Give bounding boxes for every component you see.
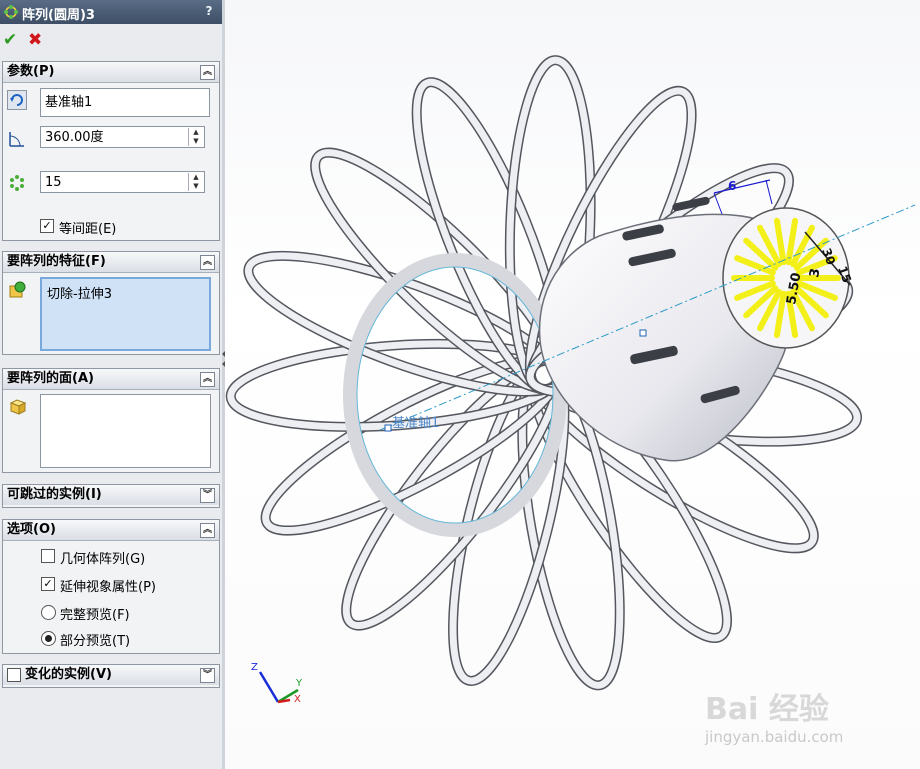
face-select-icon [9,399,27,415]
vary-instances-header-label: 变化的实例(V) [25,667,112,682]
axis-field[interactable]: 基准轴1 [40,88,210,117]
features-list[interactable]: 切除-拉伸3 [40,277,211,351]
angle-field[interactable]: 360.00度 ▲ ▼ [40,126,205,148]
graphics-viewport[interactable]: 基准轴1 6 30 15 3 5.50 Z Y X Bai 经验 jingyan… [225,0,920,769]
skip-instances-section: 可跳过的实例(I) ︾ [2,484,220,508]
geometry-pattern-checkbox[interactable] [41,549,55,563]
reference-triad[interactable]: Z Y X [251,662,303,705]
geometry-pattern-label: 几何体阵列(G) [60,552,146,567]
feature-title: 阵列(圆周)3 [22,8,95,23]
partial-preview-label: 部分预览(T) [60,634,131,649]
model-view[interactable]: 基准轴1 6 30 15 3 5.50 Z Y X [225,0,920,769]
vary-instances-checkbox[interactable] [7,668,21,682]
circular-pattern-icon [4,5,18,19]
options-header-label: 选项(O) [7,522,56,537]
faces-list[interactable] [40,394,211,468]
expand-icon[interactable]: ︾ [200,488,215,503]
faces-header-label: 要阵列的面(A) [7,371,94,386]
collapse-icon[interactable]: ︽ [200,255,215,270]
propagate-visual-label: 延伸视象属性(P) [60,580,156,595]
axis-value: 基准轴1 [45,95,93,110]
faces-header[interactable]: 要阵列的面(A) ︽ [3,369,219,390]
instance-count-field[interactable]: 15 ▲ ▼ [40,171,205,193]
property-manager: 阵列(圆周)3 ? ✔ ✖ 参数(P) ︽ 基准轴1 360.00度 ▲ ▼ 1… [0,0,223,769]
triad-x-label: X [294,694,301,705]
full-preview-radio[interactable] [41,605,56,620]
feature-select-icon [9,281,26,298]
parameters-header-label: 参数(P) [7,64,55,79]
count-spinner[interactable]: ▲ ▼ [188,173,203,191]
skip-instances-header-label: 可跳过的实例(I) [7,487,102,502]
datum-axis-label[interactable]: 基准轴1 [392,416,439,431]
collapse-icon[interactable]: ︽ [200,65,215,80]
axis-endpoint [384,424,392,432]
full-preview-label: 完整预览(F) [60,608,130,623]
triad-z-label: Z [251,662,258,673]
collapse-icon[interactable]: ︽ [200,372,215,387]
parameters-section: 参数(P) ︽ 基准轴1 360.00度 ▲ ▼ 15 ▲ ▼ ✓ 等间距(E) [2,61,220,241]
watermark-brand: Bai 经验 [705,692,829,727]
dimension-6[interactable]: 6 [728,179,736,193]
rotate-axis-icon[interactable] [7,90,27,110]
equal-spacing-checkbox[interactable]: ✓ [40,219,54,233]
collapse-icon[interactable]: ︽ [200,523,215,538]
faces-section: 要阵列的面(A) ︽ [2,368,220,473]
vary-instances-header[interactable]: 变化的实例(V) ︾ [3,665,219,685]
help-button[interactable]: ? [202,4,216,20]
angle-icon [9,132,24,147]
parameters-header[interactable]: 参数(P) ︽ [3,62,219,83]
expand-icon[interactable]: ︾ [200,668,215,683]
options-header[interactable]: 选项(O) ︽ [3,520,219,541]
angle-spinner[interactable]: ▲ ▼ [188,128,203,146]
axis-endpoint [639,329,647,337]
feature-titlebar: 阵列(圆周)3 ? [0,0,222,24]
features-header[interactable]: 要阵列的特征(F) ︽ [3,252,219,273]
ok-button[interactable]: ✔ [3,30,17,50]
feature-list-item[interactable]: 切除-拉伸3 [47,283,112,302]
watermark-url: jingyan.baidu.com [705,728,844,746]
equal-spacing-label: 等间距(E) [59,222,117,237]
skip-instances-header[interactable]: 可跳过的实例(I) ︾ [3,485,219,505]
options-section: 选项(O) ︽ 几何体阵列(G) ✓ 延伸视象属性(P) 完整预览(F) 部分预… [2,519,220,654]
partial-preview-radio[interactable] [41,631,56,646]
cancel-button[interactable]: ✖ [28,30,42,50]
wire-loop-highlight [244,252,564,396]
vary-instances-section: 变化的实例(V) ︾ [2,664,220,688]
features-section: 要阵列的特征(F) ︽ 切除-拉伸3 [2,251,220,355]
propagate-visual-checkbox[interactable]: ✓ [41,577,55,591]
instance-count-icon [10,175,24,191]
features-header-label: 要阵列的特征(F) [7,254,106,269]
instance-count-value: 15 [45,175,62,190]
triad-y-label: Y [295,678,303,689]
angle-value: 360.00度 [45,130,104,145]
